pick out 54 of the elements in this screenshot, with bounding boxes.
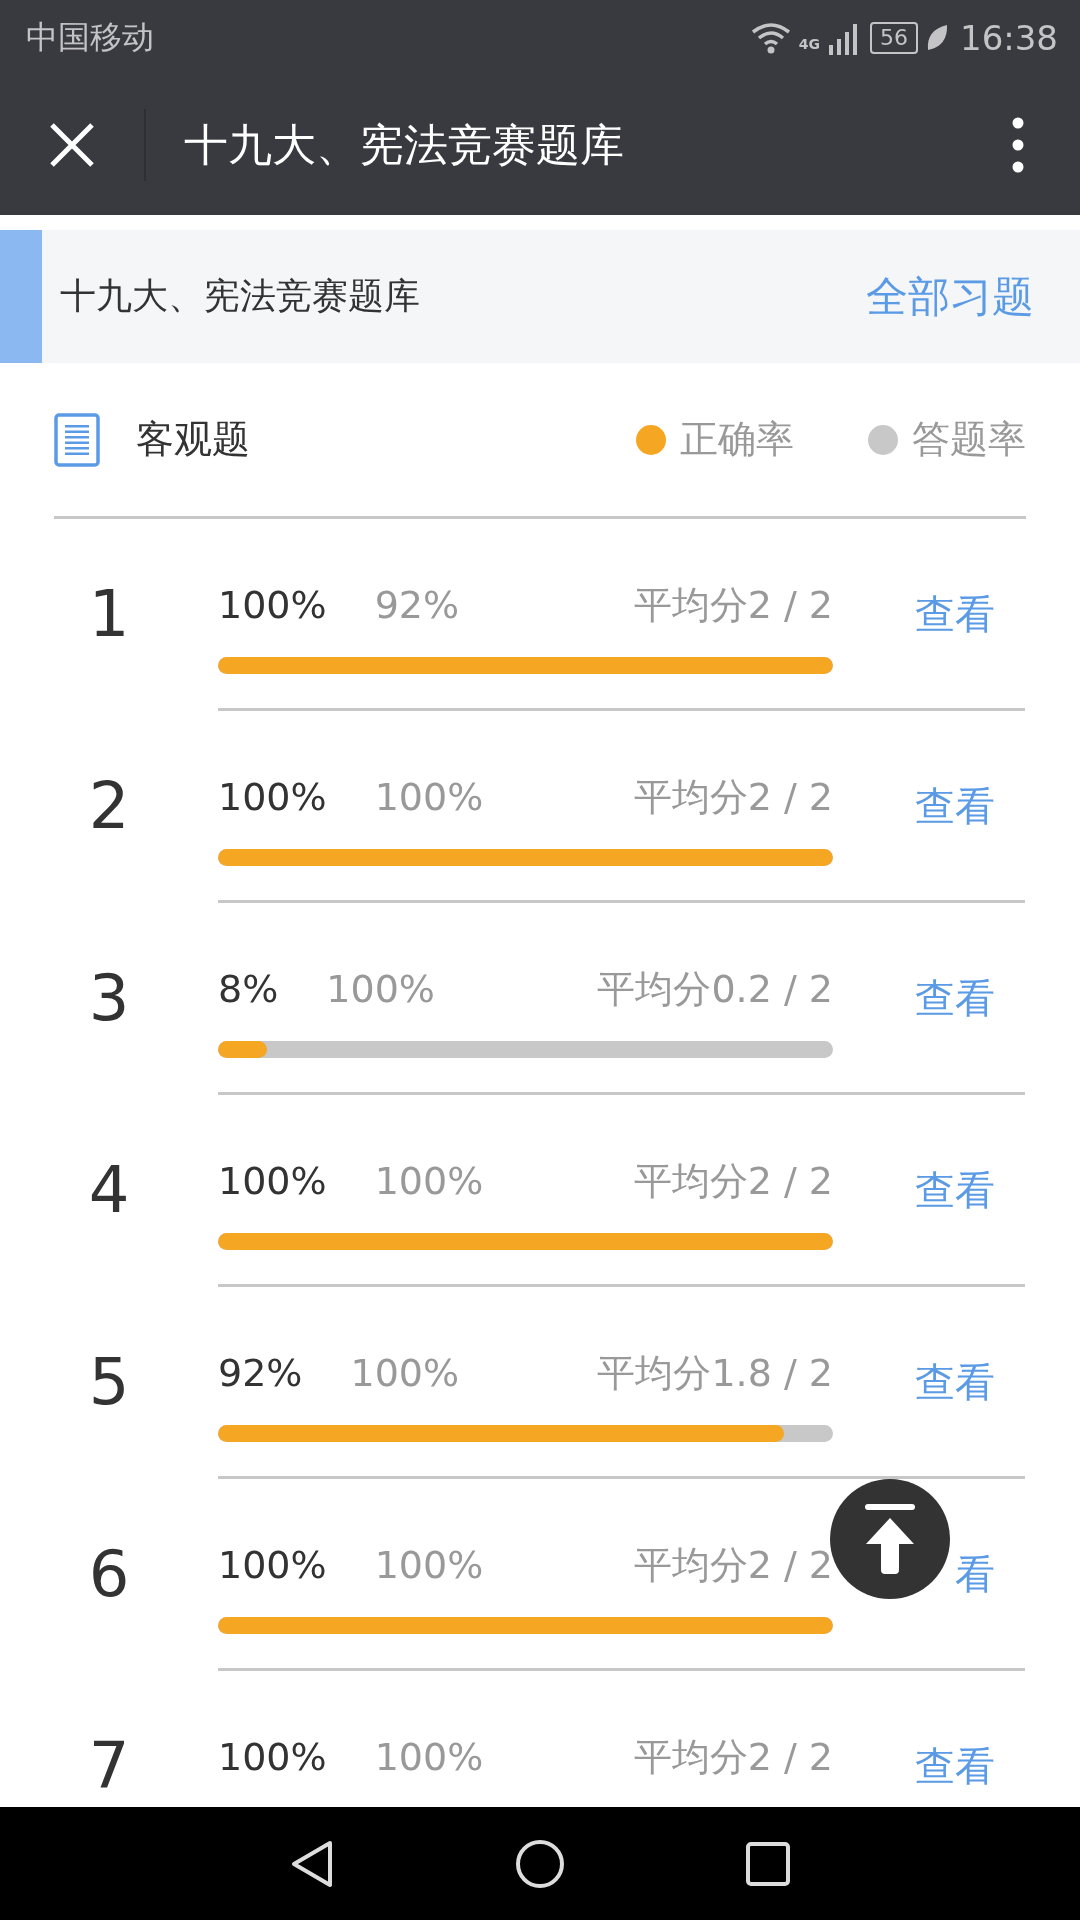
view-link[interactable]: 查看 — [915, 1163, 995, 1218]
answer-rate: 92% — [374, 583, 460, 627]
average-score: 平均分2 / 2 — [633, 581, 833, 629]
view-link[interactable]: 查看 — [915, 1739, 995, 1794]
legend-label: 正确率 — [680, 416, 794, 463]
wifi-icon — [750, 21, 791, 54]
answer-rate: 100% — [374, 1543, 484, 1587]
answer-rate: 100% — [374, 1735, 484, 1779]
view-link[interactable]: 查看 — [915, 971, 995, 1026]
quiz-title: 十九大、宪法竞赛题库 — [60, 274, 421, 318]
question-number: 4 — [88, 1153, 130, 1229]
arrow-up-icon[interactable] — [862, 1504, 918, 1574]
correct-rate: 8% — [218, 967, 279, 1011]
average-score: 平均分1.8 / 2 — [597, 1349, 833, 1397]
more-icon[interactable] — [1012, 117, 1024, 173]
answer-rate: 100% — [374, 775, 484, 819]
answer-rate: 100% — [350, 1351, 460, 1395]
correct-rate: 92% — [218, 1351, 303, 1395]
all-exercises-link[interactable]: 全部习题 — [866, 268, 1034, 325]
average-score: 平均分0.2 / 2 — [597, 965, 833, 1013]
average-score: 平均分2 / 2 — [633, 1733, 833, 1781]
view-link[interactable]: 看 — [955, 1547, 995, 1602]
correct-rate: 100% — [218, 1159, 327, 1203]
page-title: 十九大、宪法竞赛题库 — [184, 117, 625, 172]
battery-level: 56 — [870, 21, 918, 54]
clock-time: 16:38 — [960, 17, 1058, 58]
document-icon — [54, 412, 100, 467]
correct-rate: 100% — [218, 1543, 327, 1587]
recents-button[interactable] — [745, 1841, 790, 1886]
average-score: 平均分2 / 2 — [633, 1541, 833, 1589]
question-number: 3 — [88, 961, 130, 1037]
correct-rate: 100% — [218, 1735, 327, 1779]
legend-label: 答题率 — [912, 416, 1026, 463]
average-score: 平均分2 / 2 — [633, 773, 833, 821]
view-link[interactable]: 查看 — [915, 779, 995, 834]
close-icon[interactable] — [49, 122, 95, 168]
section-title: 客观题 — [136, 416, 251, 463]
question-number: 2 — [88, 769, 130, 845]
leaf-icon — [926, 23, 948, 52]
average-score: 平均分2 / 2 — [633, 1157, 833, 1205]
question-number: 7 — [88, 1729, 130, 1805]
carrier-name: 中国移动 — [26, 16, 154, 58]
network-type: 4G — [798, 35, 820, 52]
question-number: 1 — [88, 577, 130, 653]
answer-rate: 100% — [326, 967, 435, 1011]
question-number: 5 — [88, 1345, 130, 1421]
view-link[interactable]: 查看 — [915, 1355, 995, 1410]
correct-rate: 100% — [218, 775, 327, 819]
view-link[interactable]: 查看 — [915, 587, 995, 642]
correct-rate: 100% — [218, 583, 327, 627]
back-button[interactable] — [290, 1839, 335, 1888]
question-number: 6 — [88, 1537, 130, 1613]
answer-rate: 100% — [374, 1159, 484, 1203]
home-button[interactable] — [515, 1838, 565, 1889]
